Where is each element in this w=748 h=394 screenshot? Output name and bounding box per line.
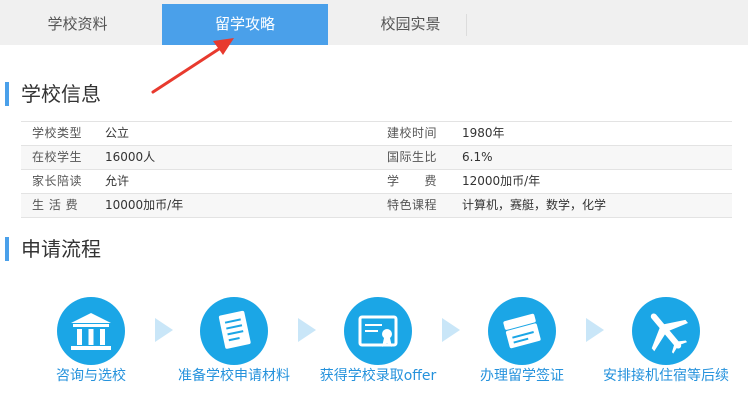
section-title: 学校信息	[21, 82, 101, 106]
school-building-icon	[57, 297, 125, 365]
info-value: 6.1%	[462, 150, 493, 164]
step-arrow-icon	[298, 318, 316, 342]
info-label: 学 费	[387, 174, 438, 188]
table-row: 学校类型 公立 建校时间 1980年	[21, 121, 732, 146]
info-value: 12000加币/年	[462, 174, 541, 188]
info-value: 计算机，赛艇，数学，化学	[462, 198, 607, 212]
airplane-icon	[632, 297, 700, 365]
info-label: 学校类型	[32, 126, 83, 140]
table-row: 家长陪读 允许 学 费 12000加币/年	[21, 170, 732, 194]
section-marker	[5, 82, 9, 106]
step-arrow-icon	[586, 318, 604, 342]
step-label: 获得学校录取offer	[319, 368, 437, 384]
table-row: 生 活 费 10000加币/年 特色课程 计算机，赛艇，数学，化学	[21, 194, 732, 218]
step-arrow-icon	[155, 318, 173, 342]
info-label: 生 活 费	[32, 198, 79, 212]
step-label: 准备学校申请材料	[178, 368, 290, 384]
step-label: 办理留学签证	[480, 368, 564, 384]
info-value: 允许	[105, 174, 130, 188]
info-label: 国际生比	[387, 150, 438, 164]
info-value: 16000人	[105, 150, 156, 164]
certificate-icon	[344, 297, 412, 365]
section-marker	[5, 237, 9, 261]
step-label: 咨询与选校	[56, 368, 126, 384]
documents-icon	[200, 297, 268, 365]
info-value: 公立	[105, 126, 130, 140]
info-value: 1980年	[462, 126, 505, 140]
info-value: 10000加币/年	[105, 198, 184, 212]
info-label: 特色课程	[387, 198, 438, 212]
info-label: 建校时间	[387, 126, 438, 140]
passport-icon	[488, 297, 556, 365]
step-label: 安排接机住宿等后续	[603, 368, 729, 384]
step-arrow-icon	[442, 318, 460, 342]
info-label: 在校学生	[32, 150, 83, 164]
info-label: 家长陪读	[32, 174, 83, 188]
table-row: 在校学生 16000人 国际生比 6.1%	[21, 146, 732, 170]
school-info-table: 学校类型 公立 建校时间 1980年 在校学生 16000人 国际生比 6.1%…	[21, 121, 732, 218]
section-title: 申请流程	[21, 237, 101, 261]
